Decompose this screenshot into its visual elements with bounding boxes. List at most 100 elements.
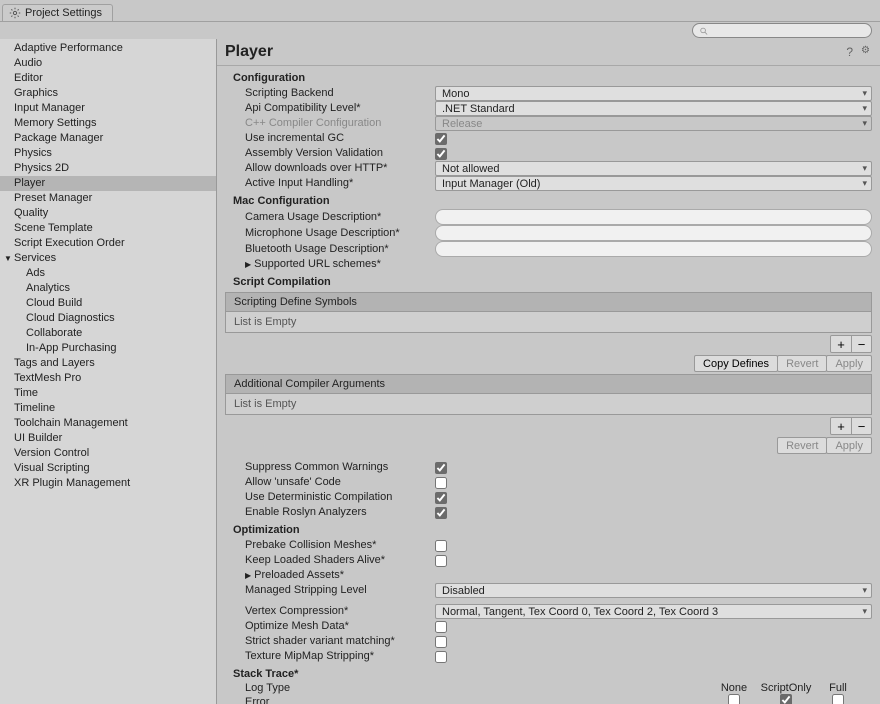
section-configuration: Configuration	[225, 68, 872, 86]
label-camera-desc: Camera Usage Description*	[245, 210, 435, 225]
label-cpp-config: C++ Compiler Configuration	[245, 116, 435, 131]
sidebar-item-in-app-purchasing[interactable]: In-App Purchasing	[0, 341, 216, 356]
label-assembly-validation: Assembly Version Validation	[245, 146, 435, 161]
sidebar-item-xr-plugin-management[interactable]: XR Plugin Management	[0, 476, 216, 491]
sidebar-item-editor[interactable]: Editor	[0, 71, 216, 86]
content-panel: Player ? ⚙ Configuration Scripting Backe…	[217, 39, 880, 704]
sidebar-item-collaborate[interactable]: Collaborate	[0, 326, 216, 341]
label-allow-unsafe: Allow 'unsafe' Code	[245, 475, 435, 490]
dropdown-vertex-compression[interactable]: Normal, Tangent, Tex Coord 0, Tex Coord …	[435, 604, 872, 619]
apply-args-button: Apply	[826, 437, 872, 454]
section-stack-trace: Stack Trace*	[225, 664, 872, 682]
sidebar-item-label: Scene Template	[14, 222, 93, 234]
label-suppress-warnings: Suppress Common Warnings	[245, 460, 435, 475]
sidebar-item-graphics[interactable]: Graphics	[0, 86, 216, 101]
list-compiler-args-body: List is Empty	[225, 393, 872, 415]
label-prebake: Prebake Collision Meshes*	[245, 538, 435, 553]
sidebar-item-label: Package Manager	[14, 132, 103, 144]
dropdown-allow-http[interactable]: Not allowed	[435, 161, 872, 176]
checkbox-deterministic[interactable]	[435, 492, 447, 504]
sidebar-item-cloud-diagnostics[interactable]: Cloud Diagnostics	[0, 311, 216, 326]
checkbox-roslyn[interactable]	[435, 507, 447, 519]
page-title: Player	[225, 43, 273, 61]
sidebar-item-package-manager[interactable]: Package Manager	[0, 131, 216, 146]
checkbox-incremental-gc[interactable]	[435, 133, 447, 145]
dropdown-api-compat[interactable]: .NET Standard	[435, 101, 872, 116]
sidebar-item-adaptive-performance[interactable]: Adaptive Performance	[0, 41, 216, 56]
settings-icon[interactable]: ⚙	[861, 45, 870, 59]
sidebar-item-textmesh-pro[interactable]: TextMesh Pro	[0, 371, 216, 386]
window-tab-label: Project Settings	[25, 7, 102, 19]
checkbox-optimize-mesh[interactable]	[435, 621, 447, 633]
sidebar-item-label: Preset Manager	[14, 192, 92, 204]
checkbox-keep-shaders[interactable]	[435, 555, 447, 567]
sidebar-item-label: Tags and Layers	[14, 357, 95, 369]
remove-arg-button[interactable]: −	[851, 418, 871, 434]
copy-defines-button[interactable]: Copy Defines	[694, 355, 778, 372]
help-icon[interactable]: ?	[846, 45, 853, 59]
add-arg-button[interactable]: +	[831, 418, 851, 434]
sidebar-item-tags-and-layers[interactable]: Tags and Layers	[0, 356, 216, 371]
checkbox-prebake[interactable]	[435, 540, 447, 552]
sidebar-item-cloud-build[interactable]: Cloud Build	[0, 296, 216, 311]
checkbox-strict-variant[interactable]	[435, 636, 447, 648]
input-bluetooth-desc[interactable]	[435, 241, 872, 257]
triangle-right-icon: ▶	[245, 257, 251, 272]
add-define-button[interactable]: +	[831, 336, 851, 352]
sidebar-item-ads[interactable]: Ads	[0, 266, 216, 281]
foldout-preloaded-assets[interactable]: ▶Preloaded Assets*	[245, 568, 435, 583]
dropdown-active-input[interactable]: Input Manager (Old)	[435, 176, 872, 191]
sidebar-item-toolchain-management[interactable]: Toolchain Management	[0, 416, 216, 431]
revert-args-button: Revert	[777, 437, 827, 454]
sidebar-item-player[interactable]: Player	[0, 176, 216, 191]
label-api-compat: Api Compatibility Level*	[245, 101, 435, 116]
triangle-down-icon: ▼	[4, 252, 12, 265]
dropdown-scripting-backend[interactable]: Mono	[435, 86, 872, 101]
label-optimize-mesh: Optimize Mesh Data*	[245, 619, 435, 634]
sidebar-item-physics-2d[interactable]: Physics 2D	[0, 161, 216, 176]
sidebar-item-label: Timeline	[14, 402, 55, 414]
sidebar-item-physics[interactable]: Physics	[0, 146, 216, 161]
sidebar-item-input-manager[interactable]: Input Manager	[0, 101, 216, 116]
sidebar-item-audio[interactable]: Audio	[0, 56, 216, 71]
sidebar-item-time[interactable]: Time	[0, 386, 216, 401]
sidebar-item-label: Collaborate	[26, 327, 82, 339]
checkbox-mipmap[interactable]	[435, 651, 447, 663]
search-box[interactable]	[692, 23, 872, 38]
sidebar-item-version-control[interactable]: Version Control	[0, 446, 216, 461]
input-camera-desc[interactable]	[435, 209, 872, 225]
checkbox-stack-error-full[interactable]	[832, 694, 844, 704]
sidebar-item-services[interactable]: ▼Services	[0, 251, 216, 266]
sidebar-item-visual-scripting[interactable]: Visual Scripting	[0, 461, 216, 476]
dropdown-stripping[interactable]: Disabled	[435, 583, 872, 598]
checkbox-suppress-warnings[interactable]	[435, 462, 447, 474]
sidebar-item-preset-manager[interactable]: Preset Manager	[0, 191, 216, 206]
sidebar-item-scene-template[interactable]: Scene Template	[0, 221, 216, 236]
sidebar-item-label: Toolchain Management	[14, 417, 128, 429]
sidebar-item-analytics[interactable]: Analytics	[0, 281, 216, 296]
checkbox-stack-error-none[interactable]	[728, 694, 740, 704]
input-microphone-desc[interactable]	[435, 225, 872, 241]
sidebar-item-script-execution-order[interactable]: Script Execution Order	[0, 236, 216, 251]
sidebar-item-memory-settings[interactable]: Memory Settings	[0, 116, 216, 131]
window-tab[interactable]: Project Settings	[2, 4, 113, 21]
checkbox-allow-unsafe[interactable]	[435, 477, 447, 489]
label-allow-http: Allow downloads over HTTP*	[245, 161, 435, 176]
sidebar-item-timeline[interactable]: Timeline	[0, 401, 216, 416]
checkbox-stack-error-script[interactable]	[780, 694, 792, 704]
triangle-right-icon: ▶	[245, 568, 251, 583]
checkbox-assembly-validation[interactable]	[435, 148, 447, 160]
sidebar-item-label: Cloud Diagnostics	[26, 312, 115, 324]
stack-row-label: Error	[245, 696, 435, 704]
sidebar-item-ui-builder[interactable]: UI Builder	[0, 431, 216, 446]
remove-define-button[interactable]: −	[851, 336, 871, 352]
search-input[interactable]	[710, 25, 865, 36]
label-bluetooth-desc: Bluetooth Usage Description*	[245, 242, 435, 257]
sidebar-item-quality[interactable]: Quality	[0, 206, 216, 221]
label-scripting-backend: Scripting Backend	[245, 86, 435, 101]
sidebar-item-label: Services	[14, 252, 56, 264]
sidebar-item-label: Version Control	[14, 447, 89, 459]
foldout-url-schemes[interactable]: ▶Supported URL schemes*	[245, 257, 435, 272]
list-define-symbols-body: List is Empty	[225, 311, 872, 333]
list-define-symbols-title: Scripting Define Symbols	[225, 292, 872, 311]
